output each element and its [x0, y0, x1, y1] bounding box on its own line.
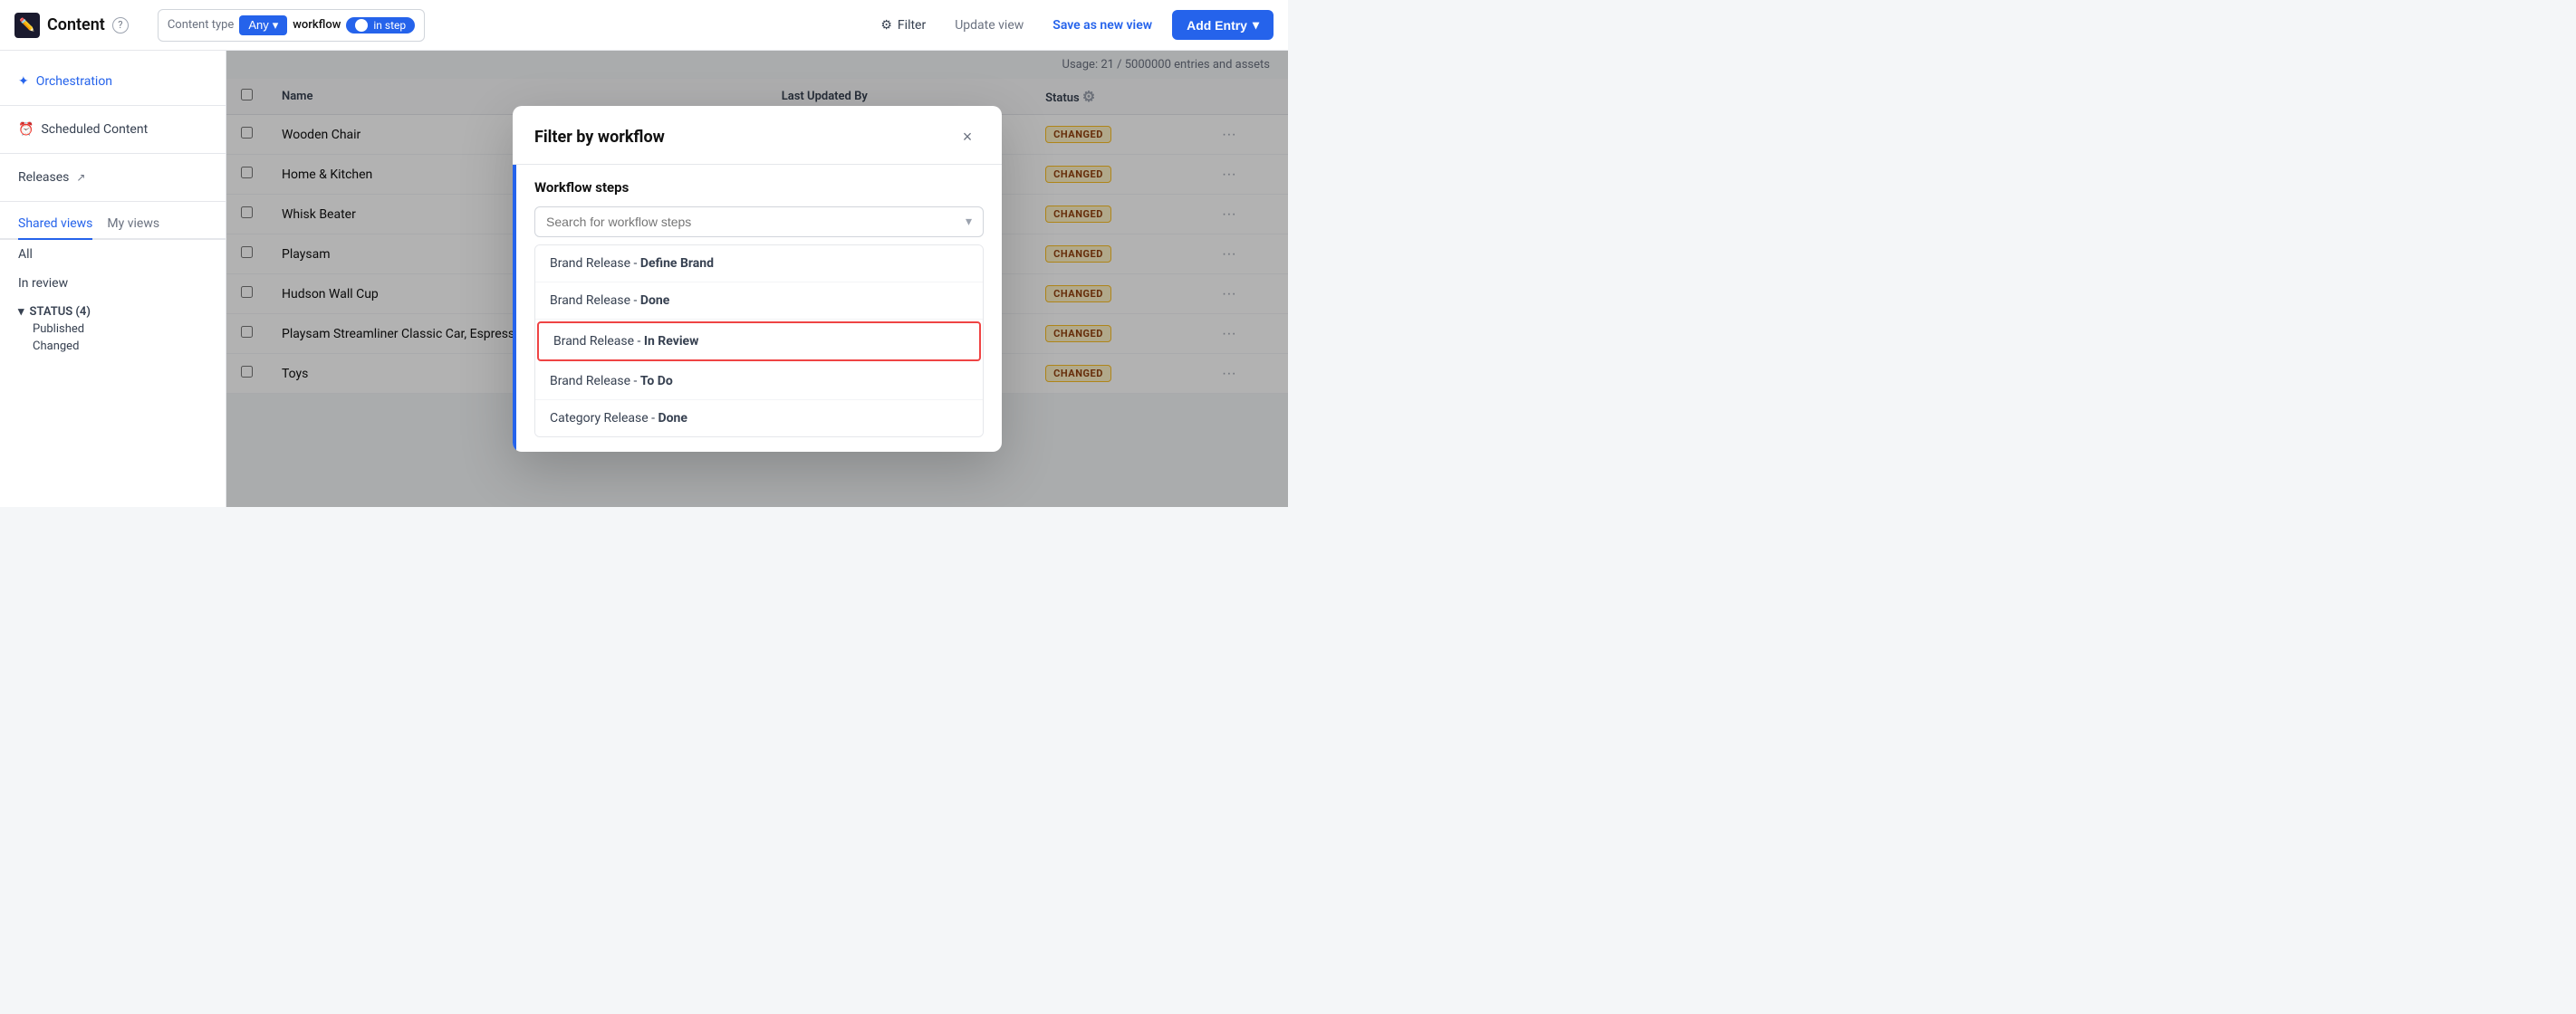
sidebar-divider-1	[0, 105, 226, 106]
help-icon[interactable]: ?	[112, 17, 129, 33]
sidebar-view-in-review[interactable]: In review	[0, 269, 226, 298]
filter-icon: ⚙	[880, 18, 892, 33]
update-view-button[interactable]: Update view	[946, 13, 1033, 38]
modal-title: Filter by workflow	[534, 128, 665, 147]
chevron-down-icon: ▾	[18, 305, 24, 319]
save-view-button[interactable]: Save as new view	[1043, 13, 1161, 38]
sidebar-item-orchestration[interactable]: ✦ Orchestration	[0, 65, 226, 98]
modal-close-button[interactable]: ×	[955, 124, 980, 149]
dropdown-item[interactable]: Category Release - Done	[535, 400, 983, 436]
status-changed[interactable]: Changed	[18, 336, 207, 353]
main-layout: ✦ Orchestration ⏰ Scheduled Content Rele…	[0, 51, 1288, 507]
logo-area: ✏️ Content ?	[14, 13, 139, 38]
sidebar-divider-2	[0, 153, 226, 154]
shared-views-tab[interactable]: Shared views	[18, 216, 92, 240]
sidebar-tabs: Shared views My views	[0, 209, 226, 240]
content-area: Usage: 21 / 5000000 entries and assets N…	[226, 51, 1288, 507]
modal-overlay: Filter by workflow × Workflow steps ▾ Br…	[226, 51, 1288, 507]
dropdown-item[interactable]: Brand Release - In Review	[537, 321, 981, 361]
workflow-label: workflow	[293, 18, 341, 32]
sidebar: ✦ Orchestration ⏰ Scheduled Content Rele…	[0, 51, 226, 507]
chevron-down-icon: ▾	[966, 215, 972, 229]
filter-modal: Filter by workflow × Workflow steps ▾ Br…	[513, 106, 1002, 452]
logo-icon: ✏️	[14, 13, 40, 38]
dropdown-item[interactable]: Brand Release - To Do	[535, 363, 983, 400]
add-entry-button[interactable]: Add Entry ▾	[1172, 10, 1274, 40]
workflow-dropdown-list: Brand Release - Define BrandBrand Releas…	[534, 244, 984, 437]
content-type-label: Content type	[168, 18, 234, 32]
external-link-icon: ↗	[76, 171, 85, 184]
filter-button[interactable]: ⚙ Filter	[871, 13, 935, 38]
modal-header: Filter by workflow ×	[513, 106, 1002, 165]
sidebar-item-releases[interactable]: Releases ↗	[0, 161, 226, 194]
workflow-steps-label: Workflow steps	[534, 179, 984, 196]
dropdown-item[interactable]: Brand Release - Done	[535, 282, 983, 320]
status-section: ▾ STATUS (4) Published Changed	[0, 298, 226, 360]
status-header[interactable]: ▾ STATUS (4)	[18, 305, 207, 319]
modal-body: Workflow steps ▾ Brand Release - Define …	[513, 165, 1002, 452]
sidebar-item-scheduled-content[interactable]: ⏰ Scheduled Content	[0, 113, 226, 146]
dropdown-item[interactable]: Brand Release - Define Brand	[535, 245, 983, 282]
my-views-tab[interactable]: My views	[107, 216, 159, 240]
orchestration-icon: ✦	[18, 74, 29, 89]
modal-content: Workflow steps ▾ Brand Release - Define …	[516, 165, 1002, 452]
clock-icon: ⏰	[18, 122, 34, 137]
in-step-toggle[interactable]: in step	[346, 17, 415, 33]
toggle-circle	[355, 19, 368, 32]
app-title: Content	[47, 15, 105, 34]
any-button[interactable]: Any ▾	[239, 15, 287, 35]
top-header: ✏️ Content ? Content type Any ▾ workflow…	[0, 0, 1288, 51]
filter-bar: Content type Any ▾ workflow in step	[158, 9, 425, 42]
search-box[interactable]: ▾	[534, 206, 984, 237]
sidebar-view-all[interactable]: All	[0, 240, 226, 269]
status-published[interactable]: Published	[18, 319, 207, 336]
workflow-search-input[interactable]	[546, 215, 966, 229]
sidebar-divider-3	[0, 201, 226, 202]
